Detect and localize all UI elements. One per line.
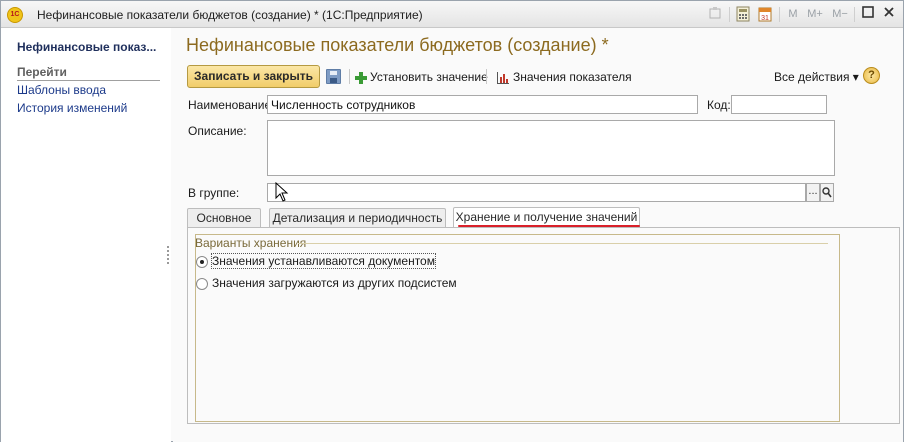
svg-text:31: 31 [761,15,769,22]
mouse-cursor-icon [275,182,289,202]
close-icon[interactable] [882,6,896,23]
radio-set-by-document[interactable] [196,256,208,268]
toolbar-separator [486,69,487,84]
radio-loaded-from-subsystems-label[interactable]: Значения загружаются из других подсистем [212,276,457,290]
chart-icon [497,71,509,84]
memory-plus-button[interactable]: M+ [804,6,826,23]
form-title: Нефинансовые показатели бюджетов (создан… [186,35,609,55]
code-label: Код: [707,98,731,112]
tab-detailing-periodicity[interactable]: Детализация и периодичность [269,208,446,227]
nav-panel-title[interactable]: Нефинансовые показ... [17,40,156,54]
toolbar-separator [729,7,730,22]
help-icon[interactable]: ? [863,67,880,84]
group-title-divider [298,243,828,244]
calendar-icon[interactable]: 31 [757,6,773,23]
tab-panel-storage: Варианты хранения Значения устанавливают… [187,227,900,424]
panel-splitter-handle[interactable] [166,244,170,272]
select-button[interactable]: ... [806,183,820,202]
nav-link-change-history[interactable]: История изменений [17,101,127,115]
radio-loaded-from-subsystems[interactable] [196,278,208,290]
all-actions-menu[interactable]: Все действия ▾ [774,69,859,85]
group-label: В группе: [188,186,240,200]
radio-set-by-document-label[interactable]: Значения устанавливаются документом [211,253,436,269]
calculator-icon[interactable] [735,6,751,23]
window-title: Нефинансовые показатели бюджетов (создан… [37,8,423,22]
memory-button[interactable]: M [786,6,800,23]
home-icon[interactable] [707,6,723,23]
code-field[interactable] [731,95,827,114]
save-and-close-button[interactable]: Записать и закрыть [187,65,320,88]
description-field[interactable] [267,120,835,176]
group-field[interactable] [267,183,806,202]
tab-main[interactable]: Основное [187,208,261,227]
name-label: Наименование: [188,98,275,112]
toolbar-separator [349,69,350,84]
name-field[interactable] [267,95,698,114]
add-icon [355,71,367,84]
memory-minus-button[interactable]: M− [830,6,850,23]
nav-section-goto: Перейти [17,65,160,81]
app-logo-icon: 1С [7,7,23,23]
set-value-label: Установить значение [370,70,488,84]
indicator-values-label: Значения показателя [513,70,632,84]
app-window: 1С Нефинансовые показатели бюджетов (соз… [0,0,904,442]
search-icon[interactable] [820,183,834,202]
form-area: Нефинансовые показатели бюджетов (создан… [173,28,903,442]
maximize-icon[interactable] [861,6,875,23]
nav-link-input-templates[interactable]: Шаблоны ввода [17,83,106,97]
indicator-values-button[interactable]: Значения показателя [497,69,632,85]
set-value-button[interactable]: Установить значение [355,69,488,85]
navigation-panel: Нефинансовые показ... Перейти Шаблоны вв… [1,28,171,442]
storage-group-title: Варианты хранения [195,236,307,250]
title-bar: 1С Нефинансовые показатели бюджетов (соз… [1,1,903,28]
description-label: Описание: [188,124,247,138]
toolbar-separator [854,7,855,22]
save-icon[interactable] [326,69,341,84]
toolbar-separator [779,7,780,22]
